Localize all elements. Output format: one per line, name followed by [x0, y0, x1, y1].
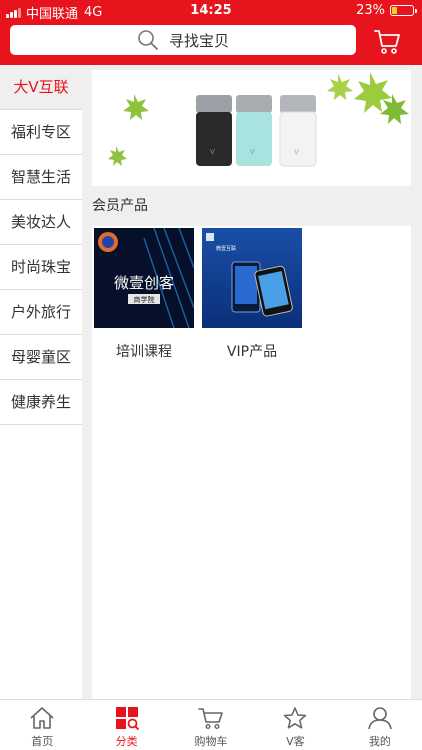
tab-label: 首页 [31, 735, 54, 748]
thumb-subtitle: 商学院 [134, 295, 155, 304]
tab-label: 我的 [368, 735, 391, 748]
battery-icon [390, 5, 417, 16]
sidebar-item-meizhuang[interactable]: 美妆达人 [0, 200, 82, 245]
cart-icon [198, 708, 223, 730]
sidebar-item-jiankang[interactable]: 健康养生 [0, 380, 82, 425]
product-panel: 微壹创客 商学院 培训课程 微壹互联 VIP产品 [92, 226, 411, 699]
sidebar-item-davhulian[interactable]: 大V互联 [0, 65, 82, 110]
sidebar-item-zhihui[interactable]: 智慧生活 [0, 155, 82, 200]
category-sidebar: 大V互联 福利专区 智慧生活 美妆达人 时尚珠宝 户外旅行 母婴童区 健康养生 [0, 65, 82, 699]
sidebar-item-muying[interactable]: 母婴童区 [0, 335, 82, 380]
home-icon [30, 707, 54, 729]
sidebar-item-label: 智慧生活 [10, 168, 71, 186]
header: 寻找宝贝 [0, 22, 422, 65]
section-title: 会员产品 [92, 198, 148, 214]
search-icon [138, 30, 158, 50]
tab-vke[interactable]: V客 [253, 700, 337, 750]
product-thumbnail: 微壹互联 [202, 228, 302, 328]
status-bar: 中国联通 4G 14:25 23% [0, 0, 422, 22]
product-name: VIP产品 [226, 344, 278, 360]
sidebar-item-label: 健康养生 [10, 393, 71, 411]
svg-text:V: V [294, 148, 299, 156]
tab-category[interactable]: 分类 [84, 700, 168, 750]
sidebar-item-fuli[interactable]: 福利专区 [0, 110, 82, 155]
tab-label: 购物车 [194, 735, 228, 748]
sidebar-item-label: 大V互联 [13, 78, 69, 96]
search-input[interactable]: 寻找宝贝 [10, 25, 356, 55]
user-icon [368, 707, 392, 730]
sidebar-item-label: 母婴童区 [10, 348, 71, 366]
svg-text:V: V [210, 148, 215, 156]
thumb-title: 微壹互联 [216, 245, 236, 252]
sidebar-item-label: 户外旅行 [10, 303, 71, 321]
tab-label: V客 [286, 735, 305, 748]
bottom-tab-bar: 首页 分类 购物车 V客 我的 [0, 699, 422, 750]
search-placeholder: 寻找宝贝 [168, 31, 229, 50]
star-icon [284, 707, 307, 729]
cart-icon[interactable] [372, 26, 402, 56]
sidebar-item-zhubao[interactable]: 时尚珠宝 [0, 245, 82, 290]
main-content: V V V 会员产品 微壹创客 商学院 培训课程 微壹互联 VIP产品 [92, 70, 411, 699]
battery-percent: 23% [356, 3, 385, 18]
category-icon [115, 707, 139, 730]
sidebar-filler [0, 425, 82, 699]
product-card-vip[interactable]: 微壹互联 VIP产品 [202, 228, 302, 361]
promo-banner[interactable]: V V V [92, 70, 411, 186]
sidebar-item-label: 美妆达人 [10, 213, 71, 231]
status-right: 23% [356, 3, 417, 18]
product-name: 培训课程 [116, 344, 172, 360]
thumb-title: 微壹创客 [114, 274, 174, 292]
sidebar-item-label: 福利专区 [10, 123, 71, 141]
tab-label: 分类 [115, 735, 138, 748]
svg-text:V: V [250, 148, 255, 156]
banner-image: V V V [108, 72, 409, 167]
tab-cart[interactable]: 购物车 [169, 700, 253, 750]
sidebar-item-label: 时尚珠宝 [10, 258, 71, 276]
product-thumbnail: 微壹创客 商学院 [94, 228, 194, 328]
sidebar-item-lvxing[interactable]: 户外旅行 [0, 290, 82, 335]
tab-home[interactable]: 首页 [0, 700, 84, 750]
product-card-training[interactable]: 微壹创客 商学院 培训课程 [94, 228, 194, 361]
tab-mine[interactable]: 我的 [338, 700, 422, 750]
